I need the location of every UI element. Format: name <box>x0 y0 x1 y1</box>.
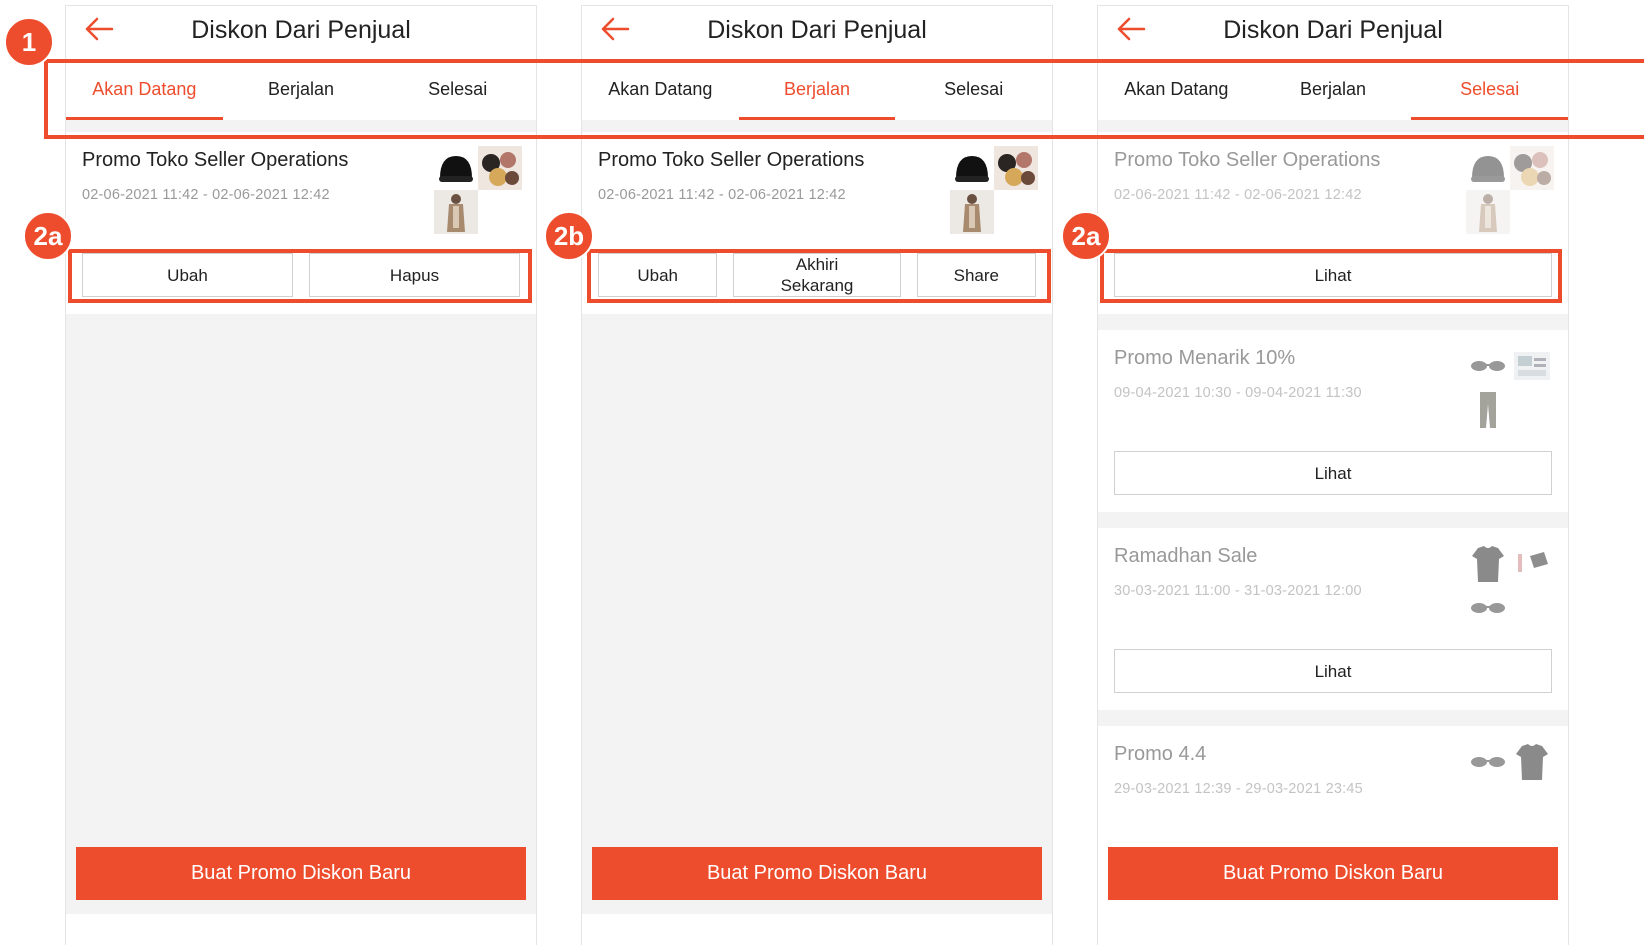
beanie-product-thumbnail <box>439 156 473 182</box>
promo-period: 02-06-2021 11:42 - 02-06-2021 12:42 <box>82 187 330 203</box>
promo-actions: Lihat <box>1114 649 1552 693</box>
beanie-product-thumbnail <box>1471 156 1505 182</box>
accessories-product-thumbnail <box>1518 552 1548 572</box>
beanies-product-thumbnail <box>1510 146 1554 190</box>
empty-area <box>582 314 1052 914</box>
promo-name: Promo Toko Seller Operations <box>82 149 349 171</box>
scarf-product-thumbnail <box>434 190 478 234</box>
sunglasses-product-thumbnail <box>1471 361 1505 371</box>
annotation-badge: 2a <box>1061 211 1111 261</box>
promo-period: 02-06-2021 11:42 - 02-06-2021 12:42 <box>1114 187 1362 203</box>
promo-card: Promo Menarik 10% 09-04-2021 10:30 - 09-… <box>1098 330 1568 512</box>
sunglasses-product-thumbnail <box>1471 757 1505 767</box>
create-promo-button[interactable]: Buat Promo Diskon Baru <box>1108 847 1558 900</box>
actions-highlight-box <box>1100 249 1562 303</box>
beanies-product-thumbnail <box>994 146 1038 190</box>
beanie-product-thumbnail <box>955 156 989 182</box>
scarf-product-thumbnail <box>950 190 994 234</box>
tshirt-product-thumbnail <box>1516 744 1548 780</box>
beanies-product-thumbnail <box>478 146 522 190</box>
header: Diskon Dari Penjual <box>1098 6 1568 58</box>
actions-highlight-box <box>587 249 1051 303</box>
promo-period: 30-03-2021 11:00 - 31-03-2021 12:00 <box>1114 583 1362 599</box>
promo-period: 29-03-2021 12:39 - 29-03-2021 23:45 <box>1114 781 1363 797</box>
actions-highlight-box <box>68 249 532 303</box>
screen-ongoing: Diskon Dari Penjual Akan Datang Berjalan… <box>581 5 1053 945</box>
promo-name: Promo Toko Seller Operations <box>1114 149 1381 171</box>
screen-upcoming: Diskon Dari Penjual Akan Datang Berjalan… <box>65 5 537 945</box>
create-promo-button[interactable]: Buat Promo Diskon Baru <box>76 847 526 900</box>
promo-card: Ramadhan Sale 30-03-2021 11:00 - 31-03-2… <box>1098 528 1568 710</box>
annotation-badge: 1 <box>4 17 54 67</box>
trousers-product-thumbnail <box>1480 392 1496 428</box>
page-title: Diskon Dari Penjual <box>1223 16 1443 44</box>
promo-period: 09-04-2021 10:30 - 09-04-2021 11:30 <box>1114 385 1362 401</box>
create-promo-button[interactable]: Buat Promo Diskon Baru <box>592 847 1042 900</box>
promo-name: Promo Menarik 10% <box>1114 347 1296 369</box>
brochure-product-thumbnail <box>1514 352 1550 380</box>
header: Diskon Dari Penjual <box>66 6 536 58</box>
annotation-badge: 2b <box>544 211 594 261</box>
annotation-badge: 2a <box>23 211 73 261</box>
scarf-product-thumbnail <box>1466 190 1510 234</box>
page-title: Diskon Dari Penjual <box>707 16 927 44</box>
view-button[interactable]: Lihat <box>1114 649 1552 693</box>
promo-name: Ramadhan Sale <box>1114 545 1258 567</box>
empty-area <box>66 314 536 914</box>
promo-name: Promo Toko Seller Operations <box>598 149 865 171</box>
promo-period: 02-06-2021 11:42 - 02-06-2021 12:42 <box>598 187 846 203</box>
header: Diskon Dari Penjual <box>582 6 1052 58</box>
view-button[interactable]: Lihat <box>1114 451 1552 495</box>
tabs-highlight-box <box>44 59 1644 139</box>
tshirt-product-thumbnail <box>1472 546 1504 582</box>
screen-finished: Diskon Dari Penjual Akan Datang Berjalan… <box>1097 5 1569 945</box>
promo-actions: Lihat <box>1114 451 1552 495</box>
promo-name: Promo 4.4 <box>1114 743 1207 765</box>
page-title: Diskon Dari Penjual <box>191 16 411 44</box>
sunglasses-product-thumbnail <box>1471 603 1505 613</box>
